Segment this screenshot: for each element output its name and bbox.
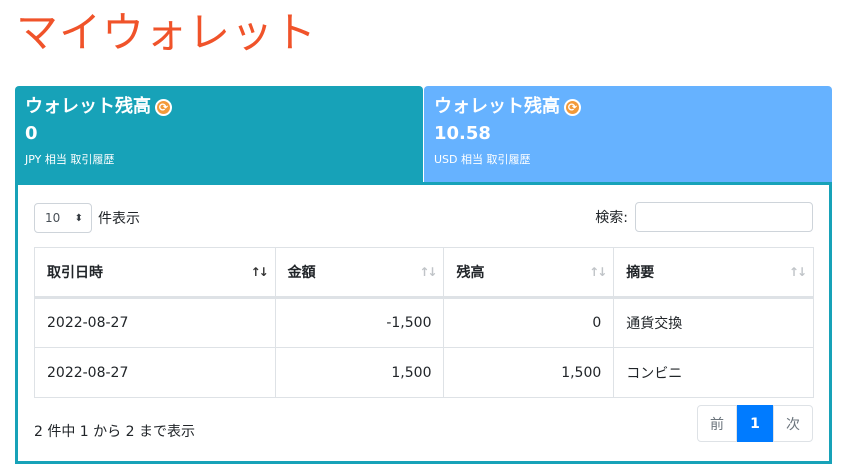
wallet-balance: 0 bbox=[25, 123, 38, 144]
page-title: マイウォレット bbox=[16, 8, 318, 57]
cell-balance: 0 bbox=[443, 297, 615, 348]
column-header-description[interactable]: 摘要 ↑↓ bbox=[613, 247, 814, 299]
page-1-button[interactable]: 1 bbox=[737, 405, 773, 442]
prev-page-button[interactable]: 前 bbox=[697, 405, 737, 442]
column-header-date[interactable]: 取引日時 ↑↓ bbox=[34, 247, 276, 299]
column-header-amount[interactable]: 金額 ↑↓ bbox=[274, 247, 445, 299]
table-row: 2022-08-27 1,500 1,500 コンビニ bbox=[34, 347, 814, 398]
cell-amount: 1,500 bbox=[274, 347, 445, 398]
card-sub: JPY 相当 取引履歴 bbox=[25, 152, 413, 168]
table-row: 2022-08-27 -1,500 0 通貨交換 bbox=[34, 297, 814, 348]
sort-icon: ↑↓ bbox=[788, 265, 807, 279]
wallet-card-usd: ウォレット残高 ⟳ 10.58 USD 相当 取引履歴 bbox=[424, 86, 832, 182]
history-link[interactable]: 取引履歴 bbox=[487, 153, 531, 166]
card-title: ウォレット残高 ⟳ bbox=[434, 94, 822, 120]
search-input[interactable] bbox=[635, 202, 813, 232]
card-title-text: ウォレット残高 bbox=[434, 96, 560, 117]
page-length-value: 10 bbox=[45, 211, 61, 225]
cell-description: 通貨交換 bbox=[613, 297, 814, 348]
search-label: 検索: bbox=[595, 210, 628, 226]
sort-icon: ↑↓ bbox=[419, 265, 437, 279]
cell-balance: 1,500 bbox=[443, 347, 615, 398]
column-header-balance[interactable]: 残高 ↑↓ bbox=[443, 247, 615, 299]
pagination: 前 1 次 bbox=[697, 405, 813, 442]
cell-date: 2022-08-27 bbox=[34, 347, 276, 398]
cell-amount: -1,500 bbox=[274, 297, 445, 348]
currency-equiv: USD 相当 bbox=[434, 153, 484, 166]
search-control: 検索: bbox=[595, 202, 813, 232]
card-sub: USD 相当 取引履歴 bbox=[434, 152, 822, 168]
cell-description: コンビニ bbox=[613, 347, 814, 398]
page-length-select[interactable]: 10 ⬍ bbox=[34, 203, 92, 233]
cell-date: 2022-08-27 bbox=[34, 297, 276, 348]
table-header-row: 取引日時 ↑↓ 金額 ↑↓ 残高 ↑↓ 摘要 ↑↓ bbox=[34, 247, 814, 299]
currency-equiv: JPY 相当 bbox=[25, 153, 67, 166]
length-control: 10 ⬍ 件表示 bbox=[34, 203, 140, 233]
sort-icon: ↑↓ bbox=[250, 265, 269, 279]
history-link[interactable]: 取引履歴 bbox=[70, 153, 114, 166]
card-title-text: ウォレット残高 bbox=[25, 96, 151, 117]
table-info: 2 件中 1 から 2 まで表示 bbox=[34, 424, 195, 440]
next-page-button[interactable]: 次 bbox=[773, 405, 813, 442]
wallet-balance: 10.58 bbox=[434, 123, 491, 144]
page-length-label: 件表示 bbox=[98, 211, 140, 227]
select-arrows-icon: ⬍ bbox=[74, 212, 83, 224]
sort-icon: ↑↓ bbox=[589, 265, 607, 279]
wallet-card-jpy: ウォレット残高 ⟳ 0 JPY 相当 取引履歴 bbox=[15, 86, 423, 182]
card-title: ウォレット残高 ⟳ bbox=[25, 94, 413, 120]
refresh-icon[interactable]: ⟳ bbox=[155, 98, 172, 116]
transactions-panel: 10 ⬍ 件表示 検索: 取引日時 ↑↓ 金額 ↑↓ 残高 ↑↓ 摘要 ↑↓ 2022-… bbox=[15, 182, 832, 464]
transactions-table: 取引日時 ↑↓ 金額 ↑↓ 残高 ↑↓ 摘要 ↑↓ 2022-08-27 -1,500 … bbox=[34, 247, 814, 398]
refresh-icon[interactable]: ⟳ bbox=[564, 98, 581, 116]
